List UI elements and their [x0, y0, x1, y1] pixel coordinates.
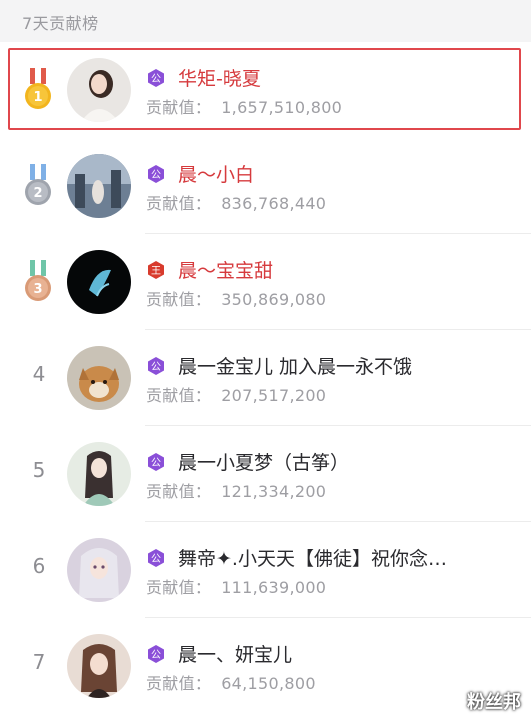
contribution-value: 贡献值： 1,657,510,800: [146, 94, 342, 118]
leaderboard-row-3[interactable]: 3 王 晨～宝宝甜 贡献值： 350,869,080: [0, 234, 531, 330]
user-name[interactable]: 晨一、妍宝儿: [178, 640, 292, 667]
svg-text:公: 公: [151, 362, 161, 373]
guild-badge-icon: 公: [148, 165, 164, 183]
svg-text:2: 2: [33, 186, 42, 201]
leaderboard-row-1[interactable]: 1 公 华矩-晓夏 贡献值： 1,657,510,800: [0, 42, 531, 138]
avatar[interactable]: [67, 250, 131, 314]
contribution-value: 贡献值： 207,517,200: [146, 382, 326, 406]
guild-badge-icon: 公: [148, 357, 164, 375]
contribution-label: 贡献值：: [146, 578, 212, 597]
guild-badge-icon: 公: [148, 645, 164, 663]
leaderboard-row-4[interactable]: 4 公 晨一金宝儿 加入晨一永不饿 贡献值： 207,517,200: [0, 330, 531, 426]
contribution-value: 贡献值： 64,150,800: [146, 670, 316, 694]
user-name[interactable]: 舞帝✦.小天天【佛徒】祝你念…: [178, 544, 447, 571]
svg-text:公: 公: [151, 554, 161, 565]
svg-text:公: 公: [151, 650, 161, 661]
user-name[interactable]: 晨一小夏梦（古筝）: [178, 448, 349, 475]
user-name[interactable]: 华矩-晓夏: [178, 64, 261, 91]
avatar[interactable]: [67, 442, 131, 506]
svg-text:1: 1: [33, 90, 42, 105]
svg-text:公: 公: [151, 458, 161, 469]
rank-number: 4: [32, 362, 46, 386]
user-name[interactable]: 晨一金宝儿 加入晨一永不饿: [178, 352, 412, 379]
leaderboard-row-7[interactable]: 7 公 晨一、妍宝儿 贡献值： 64,150,800: [0, 618, 531, 714]
leaderboard-row-5[interactable]: 5 公 晨一小夏梦（古筝） 贡献值： 121,334,200: [0, 426, 531, 522]
contribution-value: 贡献值： 350,869,080: [146, 286, 326, 310]
svg-text:王: 王: [151, 266, 161, 277]
gold-medal-icon: 1: [25, 68, 51, 109]
avatar[interactable]: [67, 58, 131, 122]
rank-number: 5: [32, 458, 46, 482]
leaderboard-row-6[interactable]: 6 公 舞帝✦.小天天【佛徒】祝你念… 贡献值： 111,639,000: [0, 522, 531, 618]
contribution-label: 贡献值：: [146, 482, 212, 501]
contribution-amount: 111,639,000: [221, 578, 327, 597]
rank-number: 7: [32, 650, 46, 674]
contribution-amount: 1,657,510,800: [221, 98, 343, 117]
user-name[interactable]: 晨～小白: [178, 160, 254, 187]
contribution-label: 贡献值：: [146, 674, 212, 693]
svg-text:公: 公: [151, 170, 161, 181]
contribution-amount: 207,517,200: [221, 386, 327, 405]
user-name[interactable]: 晨～宝宝甜: [178, 256, 273, 283]
avatar[interactable]: [67, 634, 131, 698]
leaderboard-title: 7天贡献榜: [22, 14, 99, 33]
bronze-medal-icon: 3: [25, 260, 51, 301]
leaderboard-header: 7天贡献榜: [0, 0, 531, 42]
contribution-label: 贡献值：: [146, 290, 212, 309]
contribution-label: 贡献值：: [146, 194, 212, 213]
avatar[interactable]: [67, 154, 131, 218]
leaderboard-row-2[interactable]: 2 公 晨～小白 贡献值： 836,768,440: [0, 138, 531, 234]
guild-badge-icon: 公: [148, 69, 164, 87]
king-badge-icon: 王: [148, 261, 164, 279]
avatar[interactable]: [67, 346, 131, 410]
contribution-amount: 64,150,800: [221, 674, 316, 693]
silver-medal-icon: 2: [25, 164, 51, 205]
guild-badge-icon: 公: [148, 549, 164, 567]
contribution-label: 贡献值：: [146, 98, 212, 117]
svg-text:3: 3: [33, 282, 42, 297]
contribution-value: 贡献值： 836,768,440: [146, 190, 326, 214]
contribution-amount: 350,869,080: [221, 290, 327, 309]
svg-text:公: 公: [151, 74, 161, 85]
contribution-amount: 836,768,440: [221, 194, 327, 213]
avatar[interactable]: [67, 538, 131, 602]
contribution-value: 贡献值： 111,639,000: [146, 574, 326, 598]
contribution-value: 贡献值： 121,334,200: [146, 478, 326, 502]
contribution-label: 贡献值：: [146, 386, 212, 405]
contribution-amount: 121,334,200: [221, 482, 327, 501]
watermark: 粉丝邦: [467, 692, 521, 713]
rank-number: 6: [32, 554, 46, 578]
guild-badge-icon: 公: [148, 453, 164, 471]
